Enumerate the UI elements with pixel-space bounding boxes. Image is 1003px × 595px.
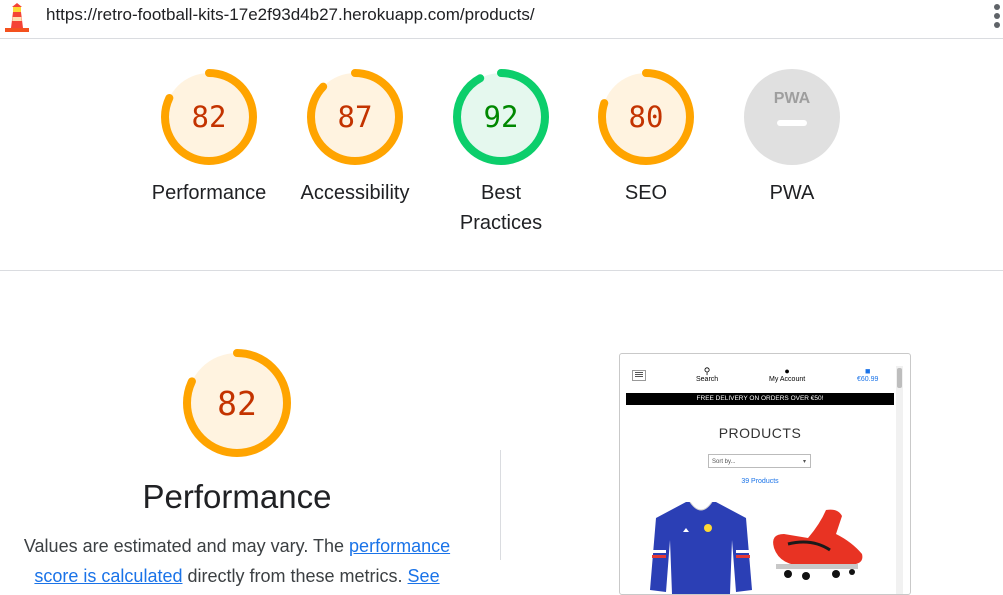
- score-gauge-seo: 80: [598, 69, 694, 165]
- page-url: https://retro-football-kits-17e2f93d4b27…: [46, 5, 535, 24]
- score-value: 92: [484, 100, 519, 134]
- select-caret-icon: ▾: [802, 459, 806, 465]
- performance-score-value: 82: [217, 384, 257, 423]
- gauge-label-accessibility: Accessibility: [300, 182, 410, 204]
- product-count: 39 Products: [741, 478, 779, 485]
- score-value: 82: [192, 100, 227, 134]
- desc-text: directly from these metrics.: [182, 566, 408, 586]
- basket-icon: ■: [864, 366, 871, 376]
- user-icon: ●: [784, 366, 790, 376]
- sort-select: Sort by... ▾: [708, 454, 811, 468]
- score-gauge-best-practices: 92: [453, 69, 549, 165]
- label-line: Best: [480, 182, 522, 204]
- gauge-seo[interactable]: 80 SEO: [576, 68, 716, 208]
- thumb-cart: ■ €60.99: [857, 366, 878, 383]
- pwa-badge-icon: PWA: [744, 69, 840, 165]
- performance-description: Values are estimated and may vary. The p…: [20, 531, 454, 591]
- gauge-pwa[interactable]: PWA PWA: [722, 68, 862, 208]
- thumb-navbar: ⚲ Search ● My Account ■ €60.99: [620, 354, 896, 392]
- label-line: Practices: [459, 212, 543, 234]
- final-screenshot[interactable]: ⚲ Search ● My Account ■ €60.99 FREE DELI…: [619, 353, 911, 595]
- see-link[interactable]: See: [408, 566, 440, 586]
- more-options-icon[interactable]: [994, 4, 1002, 32]
- desc-text: Values are estimated and may vary. The: [23, 536, 350, 556]
- gauge-label-seo: SEO: [624, 182, 668, 204]
- football-shirt-image: [650, 501, 752, 594]
- search-label: Search: [696, 376, 719, 383]
- score-gauge-performance: 82: [161, 69, 257, 165]
- gauge-label-best-practices: Best Practices: [431, 178, 571, 238]
- thumb-account: ● My Account: [769, 366, 805, 383]
- thumb-scrollbar: [896, 366, 903, 594]
- cart-total: €60.99: [857, 376, 879, 383]
- score-value: 87: [338, 100, 373, 134]
- pwa-badge-text: PWA: [774, 90, 811, 107]
- vertical-separator: [500, 450, 501, 560]
- sort-placeholder: Sort by...: [712, 459, 736, 465]
- section-divider: [0, 270, 1003, 271]
- gauge-label-performance: Performance: [151, 182, 267, 204]
- delivery-banner: FREE DELIVERY ON ORDERS OVER €50!: [626, 393, 894, 405]
- account-label: My Account: [769, 376, 806, 383]
- products-heading: PRODUCTS: [718, 425, 802, 441]
- search-icon: ⚲: [703, 366, 711, 376]
- performance-title: Performance: [142, 478, 332, 515]
- football-boot-image: [773, 509, 863, 580]
- performance-score-gauge: 82: [183, 349, 291, 457]
- gauge-accessibility[interactable]: 87 Accessibility: [285, 68, 425, 208]
- report-header: https://retro-football-kits-17e2f93d4b27…: [0, 0, 1003, 39]
- thumb-search: ⚲ Search: [696, 366, 718, 383]
- hamburger-menu-icon: [632, 370, 646, 381]
- score-value: 80: [629, 100, 664, 134]
- lighthouse-icon: [5, 3, 29, 32]
- gauge-best-practices[interactable]: 92 Best Practices: [431, 68, 571, 238]
- score-gauge-accessibility: 87: [307, 69, 403, 165]
- gauge-label-pwa: PWA: [769, 182, 815, 204]
- gauge-performance[interactable]: 82 Performance: [139, 68, 279, 208]
